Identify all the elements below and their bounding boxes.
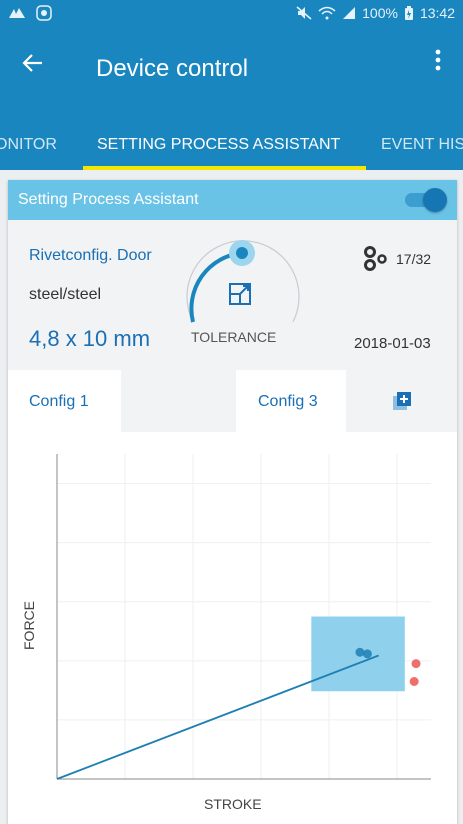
arrow-left-icon: [22, 54, 42, 72]
measurement-point: [362, 649, 372, 659]
status-bar: 100% 13:42: [0, 0, 463, 26]
library-add-icon: [393, 392, 411, 410]
config-tab-2[interactable]: [121, 370, 236, 432]
measurement-point: [355, 647, 365, 657]
config-tab-1[interactable]: Config 1: [8, 370, 121, 432]
app-bar: Device control: [0, 26, 463, 122]
mute-icon: [296, 6, 312, 20]
config-tab-label: Config 3: [258, 393, 318, 410]
rivet-size: 4,8 x 10 mm: [29, 326, 151, 351]
config-date: 2018-01-03: [354, 335, 431, 352]
setting-process-card: Setting Process Assistant Rivetconfig. D…: [8, 180, 457, 824]
rivet-count: 17/32: [396, 251, 432, 267]
wifi-icon: [318, 6, 336, 20]
gauge-handle: [236, 247, 248, 259]
force-stroke-line: [56, 654, 379, 780]
outlier-point: [411, 659, 421, 669]
y-axis-label: FORCE: [21, 601, 37, 650]
page-title: Device control: [96, 55, 249, 82]
carrier-icon: [9, 8, 25, 18]
overflow-menu-button[interactable]: [435, 48, 441, 76]
config-tabs: Config 1 Config 3: [8, 370, 457, 432]
rivet-config-name[interactable]: Rivetconfig. Door: [29, 247, 152, 265]
card-header: Setting Process Assistant: [8, 180, 457, 220]
notification-icon: [36, 5, 52, 21]
rivet-config-info: Rivetconfig. Door steel/steel 4,8 x 10 m…: [8, 220, 457, 370]
outlier-point: [409, 677, 419, 686]
config-tab-3[interactable]: Config 3: [236, 370, 346, 432]
tab-setting-process-assistant[interactable]: SETTING PROCESS ASSISTANT: [97, 136, 340, 154]
signal-icon: [343, 7, 356, 19]
tolerance-label: TOLERANCE: [191, 329, 277, 345]
force-stroke-chart: FORCE STROKE: [8, 432, 457, 824]
add-config-button[interactable]: [346, 370, 457, 432]
back-button[interactable]: [22, 50, 44, 80]
active-tab-indicator: [83, 166, 366, 170]
material-label: steel/steel: [29, 286, 102, 303]
gears-icon: [364, 246, 387, 271]
tolerance-gauge[interactable]: [173, 232, 303, 332]
toggle-knob: [423, 188, 447, 212]
tab-bar: ONITOR SETTING PROCESS ASSISTANT EVENT H…: [0, 122, 463, 170]
battery-percent: 100%: [362, 5, 398, 21]
config-tab-label: Config 1: [29, 393, 89, 410]
chart-canvas: [56, 454, 431, 780]
x-axis-label: STROKE: [204, 796, 262, 812]
tab-monitor[interactable]: ONITOR: [0, 136, 57, 154]
tab-event-history[interactable]: EVENT HIS: [381, 136, 463, 154]
clock: 13:42: [419, 5, 455, 21]
more-vertical-icon: [435, 49, 441, 71]
battery-icon: [404, 5, 413, 20]
rivet-counter: 17/32: [362, 246, 431, 272]
card-header-label: Setting Process Assistant: [18, 191, 199, 208]
assistant-toggle[interactable]: [405, 188, 447, 212]
expand-icon: [229, 283, 251, 305]
